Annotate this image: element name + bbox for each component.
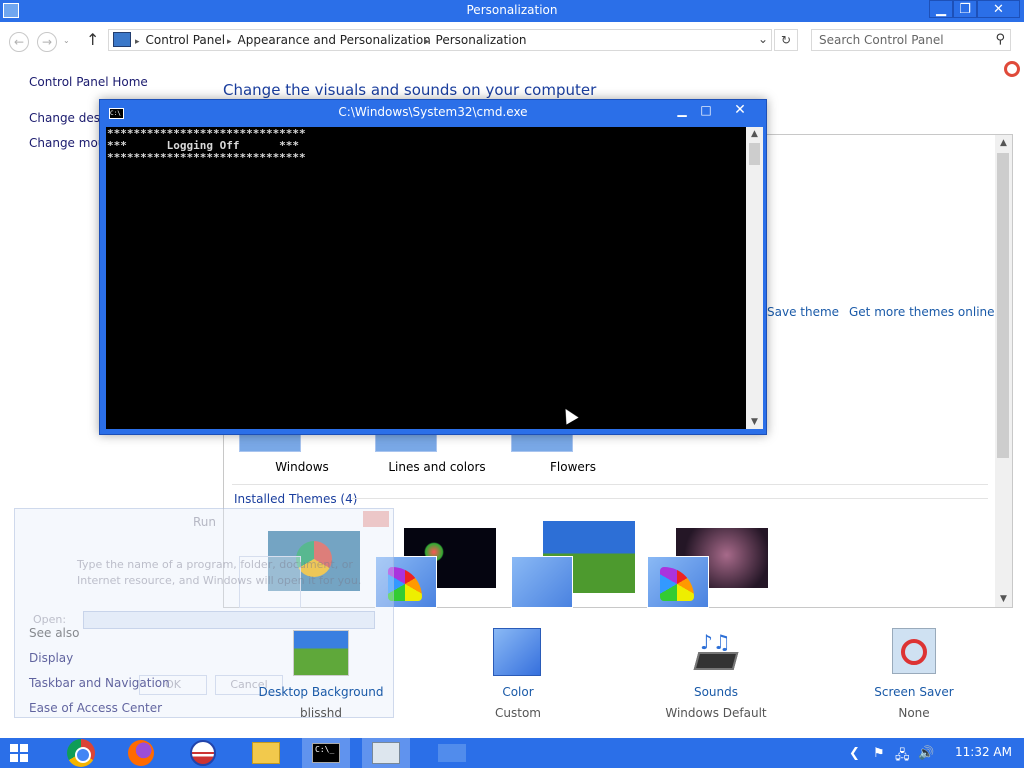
taskbar-chrome[interactable] [58, 738, 106, 768]
taskbar-cmd[interactable]: C:\_ [302, 738, 350, 768]
console-line: ****************************** [107, 151, 306, 164]
address-field[interactable]: ▸ Control Panel ▸ Appearance and Personali… [108, 29, 772, 51]
divider [232, 484, 988, 485]
cmd-scroll-down-icon[interactable]: ▼ [746, 417, 763, 427]
run-dialog-title: Run [193, 515, 217, 529]
breadcrumb-personalization[interactable]: ▸ Personalization [425, 33, 527, 47]
address-toolbar: ← → ⌄ ↑ ▸ Control Panel ▸ Appearance and P… [0, 22, 1024, 58]
console-output[interactable]: ****************************** *** Loggin… [106, 127, 746, 429]
campaign-logo-icon [190, 740, 216, 766]
desktop-background-icon [293, 630, 349, 676]
breadcrumb-appearance[interactable]: ▸ Appearance and Personalization [227, 33, 431, 47]
window-title: Personalization [466, 3, 558, 17]
refresh-button[interactable]: ↻ [774, 29, 798, 51]
scroll-down-icon[interactable]: ▼ [995, 594, 1012, 604]
run-open-label: Open: [33, 613, 67, 626]
screen-saver-icon [892, 628, 936, 674]
cmd-scrollbar[interactable]: ▲ ▼ [746, 127, 763, 429]
color-value: Custom [495, 706, 541, 720]
taskbar-control-panel[interactable] [362, 738, 410, 768]
address-dropdown-icon[interactable]: ⌄ [758, 32, 768, 46]
breadcrumb-control-panel[interactable]: ▸ Control Panel [135, 33, 225, 47]
back-button[interactable]: ← [9, 32, 29, 52]
run-close-button[interactable] [363, 511, 389, 527]
show-hidden-icons-chevron-icon[interactable]: ❮ [849, 746, 860, 761]
run-description: Type the name of a program, folder, docu… [77, 558, 362, 587]
theme-label-windows[interactable]: Windows [242, 460, 362, 474]
start-button[interactable] [0, 738, 48, 768]
search-placeholder: Search Control Panel [819, 33, 944, 47]
taskbar: C:\_ ❮ ⚑ 🖧 🔊 11:32 AM [0, 738, 1024, 768]
themes-scrollbar[interactable]: ▲ ▼ [995, 135, 1012, 607]
run-ok-button[interactable]: OK [139, 675, 207, 695]
taskbar-clock[interactable]: 11:32 AM [955, 745, 1012, 759]
screen-saver-value: None [898, 706, 930, 720]
network-icon[interactable]: 🖧 [895, 746, 910, 768]
control-panel-home-link[interactable]: Control Panel Home [29, 75, 148, 89]
recent-locations-button[interactable]: ⌄ [63, 36, 70, 45]
run-open-input[interactable] [83, 611, 375, 629]
scroll-up-icon[interactable]: ▲ [995, 138, 1012, 148]
cmd-scroll-up-icon[interactable]: ▲ [746, 129, 763, 139]
firefox-icon [128, 740, 154, 766]
no-sign-icon [901, 639, 927, 665]
up-button[interactable]: ↑ [86, 30, 99, 49]
save-theme-link[interactable]: Save theme [767, 305, 839, 319]
folder-icon [252, 742, 280, 764]
scroll-thumb[interactable] [997, 153, 1009, 458]
theme-label-flowers[interactable]: Flowers [513, 460, 633, 474]
color-swatch-icon [493, 628, 541, 676]
cmd-close-button[interactable]: ✕ [720, 102, 760, 120]
cmd-maximize-button[interactable]: □ [694, 102, 718, 120]
volume-icon[interactable]: 🔊 [918, 746, 934, 761]
theme-label-lines[interactable]: Lines and colors [377, 460, 497, 474]
forward-button[interactable]: → [37, 32, 57, 52]
sounds-icon: ♪♫ [690, 630, 742, 674]
help-icon[interactable] [1004, 61, 1020, 77]
search-icon[interactable]: ⚲ [995, 32, 1005, 47]
theme-swatch[interactable] [511, 556, 573, 608]
desktop-background-label[interactable]: Desktop Background [241, 685, 401, 699]
screen-saver-label[interactable]: Screen Saver [834, 685, 994, 699]
color-label[interactable]: Color [438, 685, 598, 699]
control-panel-icon [372, 742, 400, 764]
cmd-scroll-thumb[interactable] [749, 143, 760, 165]
computer-icon [113, 32, 131, 47]
sounds-label[interactable]: Sounds [636, 685, 796, 699]
taskbar-app[interactable] [180, 738, 228, 768]
search-input[interactable]: Search Control Panel ⚲ [811, 29, 1011, 51]
cmd-title: C:\Windows\System32\cmd.exe [338, 105, 528, 119]
taskbar-firefox[interactable] [118, 738, 166, 768]
taskbar-file-explorer[interactable] [242, 738, 290, 768]
cmd-icon: C:\_ [312, 743, 340, 763]
sounds-value: Windows Default [665, 706, 767, 720]
minimize-button[interactable]: ▁ [929, 0, 953, 18]
theme-swatch[interactable] [647, 556, 709, 608]
installed-themes-heading: Installed Themes (4) [234, 492, 358, 506]
cmd-window[interactable]: C:\ C:\Windows\System32\cmd.exe ▁ □ ✕ **… [99, 99, 767, 435]
run-icon [438, 744, 466, 762]
color-palette-icon [660, 567, 694, 601]
close-button[interactable]: ✕ [977, 0, 1020, 18]
page-heading: Change the visuals and sounds on your co… [223, 81, 597, 99]
windows-logo-icon [10, 744, 28, 762]
taskbar-run[interactable] [424, 738, 472, 768]
get-more-themes-link[interactable]: Get more themes online [849, 305, 995, 319]
cmd-minimize-button[interactable]: ▁ [670, 102, 694, 120]
chrome-icon [67, 739, 95, 767]
desktop-background-value: blisshd [299, 706, 342, 720]
divider [352, 498, 988, 499]
action-center-flag-icon[interactable]: ⚑ [873, 746, 885, 761]
window-titlebar[interactable]: Personalization ▁ ❐ ✕ [0, 0, 1024, 22]
restore-button[interactable]: ❐ [953, 0, 977, 18]
